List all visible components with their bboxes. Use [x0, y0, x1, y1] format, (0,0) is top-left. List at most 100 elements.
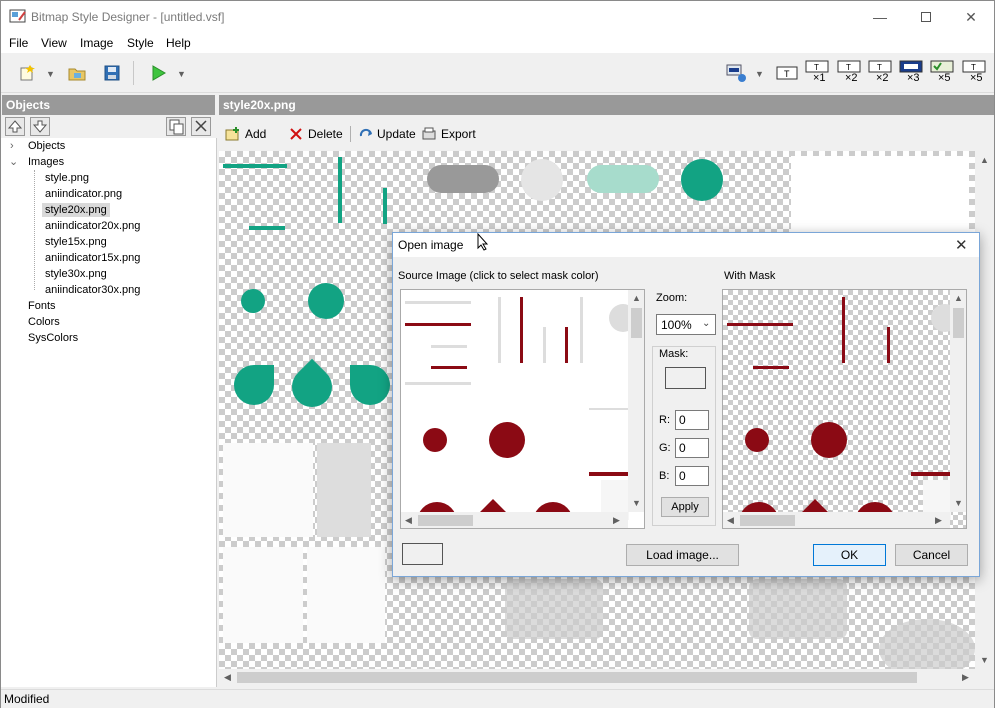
tree-item-image[interactable]: aniindicator30x.png: [45, 284, 140, 296]
menu-style[interactable]: Style: [127, 36, 154, 50]
preview-button[interactable]: [725, 61, 749, 85]
scroll-down-icon[interactable]: ▼: [632, 498, 641, 508]
apply-button[interactable]: Apply: [661, 497, 709, 517]
sprite-shape: [879, 619, 975, 669]
cancel-button[interactable]: Cancel: [895, 544, 968, 566]
tree-item-image[interactable]: style30x.png: [45, 268, 107, 280]
mask-label: Mask:: [659, 348, 689, 360]
scroll-left-icon[interactable]: ◀: [224, 672, 231, 683]
scale-x5-button[interactable]: T ×5: [961, 60, 987, 86]
tree-item-image[interactable]: style.png: [45, 172, 89, 184]
remove-object-button[interactable]: [191, 117, 211, 136]
mask-horizontal-scrollbar[interactable]: ◀ ▶: [723, 512, 950, 528]
b-input[interactable]: 0: [675, 466, 709, 486]
new-dropdown-icon[interactable]: ▼: [46, 69, 55, 79]
scroll-thumb[interactable]: [740, 515, 795, 526]
tree-item-image-selected[interactable]: style20x.png: [42, 203, 110, 217]
objects-panel-header: Objects: [2, 95, 215, 115]
load-image-button[interactable]: Load image...: [626, 544, 739, 566]
sprite-bar: [405, 382, 471, 385]
close-window-button[interactable]: ✕: [948, 1, 994, 33]
run-dropdown-icon[interactable]: ▼: [177, 69, 186, 79]
scroll-down-icon[interactable]: ▼: [980, 655, 989, 665]
menu-image[interactable]: Image: [80, 36, 113, 50]
sprite-bar: [383, 188, 387, 224]
move-up-button[interactable]: [5, 117, 25, 136]
new-file-icon: [20, 65, 35, 81]
close-icon: [195, 120, 207, 132]
scale-x3-button[interactable]: ×3: [898, 60, 924, 86]
preview-dropdown-icon[interactable]: ▼: [755, 69, 764, 79]
scroll-thumb[interactable]: [953, 308, 964, 338]
tree-node-images[interactable]: Images: [28, 156, 64, 168]
sprite-pill: [587, 165, 659, 193]
svg-text:T: T: [971, 63, 976, 72]
sprite-circle: [681, 159, 723, 201]
canvas-horizontal-scrollbar[interactable]: ◀ ▶: [219, 669, 976, 686]
title-bar: Bitmap Style Designer - [untitled.vsf] —…: [1, 1, 994, 33]
menu-help[interactable]: Help: [166, 36, 191, 50]
dialog-close-icon[interactable]: ✕: [955, 236, 968, 254]
copy-object-button[interactable]: [166, 117, 186, 136]
new-button[interactable]: [15, 61, 39, 85]
zoom-select[interactable]: 100% ⌄: [656, 314, 716, 335]
tree-item-image[interactable]: aniindicator.png: [45, 188, 122, 200]
scroll-thumb[interactable]: [631, 308, 642, 338]
menu-view[interactable]: View: [41, 36, 67, 50]
save-icon: [104, 65, 120, 81]
tree-item-image[interactable]: aniindicator15x.png: [45, 252, 140, 264]
scale-x2-button[interactable]: T ×2: [836, 60, 862, 86]
scroll-up-icon[interactable]: ▲: [980, 155, 989, 165]
move-down-button[interactable]: [30, 117, 50, 136]
scale-x2-alt-button[interactable]: T ×2: [867, 60, 893, 86]
tree-item-image[interactable]: style15x.png: [45, 236, 107, 248]
open-button[interactable]: [65, 61, 89, 85]
scroll-right-icon[interactable]: ▶: [613, 515, 620, 526]
expand-objects-icon[interactable]: ›: [10, 140, 14, 152]
sprite-bar: [565, 327, 568, 363]
g-input[interactable]: 0: [675, 438, 709, 458]
tree-node-syscolors[interactable]: SysColors: [28, 332, 78, 344]
mouse-cursor-icon: [477, 233, 489, 251]
r-input[interactable]: 0: [675, 410, 709, 430]
svg-text:T: T: [814, 63, 819, 72]
source-vertical-scrollbar[interactable]: ▲ ▼: [628, 290, 644, 512]
tree-node-objects[interactable]: Objects: [28, 140, 65, 152]
scale-x5-ok-button[interactable]: ×5: [929, 60, 955, 86]
export-button[interactable]: Export: [421, 125, 476, 143]
maximize-button[interactable]: [903, 1, 949, 33]
tree-node-fonts[interactable]: Fonts: [28, 300, 56, 312]
save-button[interactable]: [100, 61, 124, 85]
sprite-bar: [249, 226, 285, 230]
scroll-right-icon[interactable]: ▶: [962, 672, 969, 683]
ok-button[interactable]: OK: [813, 544, 886, 566]
scale-base-button[interactable]: T: [775, 61, 799, 85]
delete-button[interactable]: Delete: [288, 125, 343, 143]
scroll-up-icon[interactable]: ▲: [632, 293, 641, 303]
tree-guide-line: [34, 170, 35, 290]
tree-node-colors[interactable]: Colors: [28, 316, 60, 328]
mask-vertical-scrollbar[interactable]: ▲ ▼: [950, 290, 966, 512]
maximize-icon: [921, 12, 931, 22]
minimize-button[interactable]: —: [857, 1, 903, 33]
menu-file[interactable]: File: [9, 36, 28, 50]
source-horizontal-scrollbar[interactable]: ◀ ▶: [401, 512, 628, 528]
collapse-images-icon[interactable]: ⌄: [9, 155, 18, 168]
scroll-up-icon[interactable]: ▲: [954, 293, 963, 303]
tree-item-image[interactable]: aniindicator20x.png: [45, 220, 140, 232]
scroll-left-icon[interactable]: ◀: [405, 515, 412, 526]
scroll-thumb[interactable]: [237, 672, 917, 683]
b-label: B:: [659, 470, 670, 482]
scale-x1-button[interactable]: T ×1: [804, 60, 830, 86]
update-button[interactable]: Update: [359, 125, 416, 143]
run-button[interactable]: [146, 61, 170, 85]
add-button[interactable]: Add: [225, 125, 266, 143]
scroll-thumb[interactable]: [418, 515, 473, 526]
dialog-title: Open image: [398, 238, 464, 252]
scroll-down-icon[interactable]: ▼: [954, 498, 963, 508]
sprite-circle: [521, 159, 563, 201]
scroll-right-icon[interactable]: ▶: [935, 515, 942, 526]
source-image-view[interactable]: ▲ ▼ ◀ ▶: [400, 289, 645, 529]
mask-color-swatch[interactable]: [665, 367, 706, 389]
scroll-left-icon[interactable]: ◀: [727, 515, 734, 526]
